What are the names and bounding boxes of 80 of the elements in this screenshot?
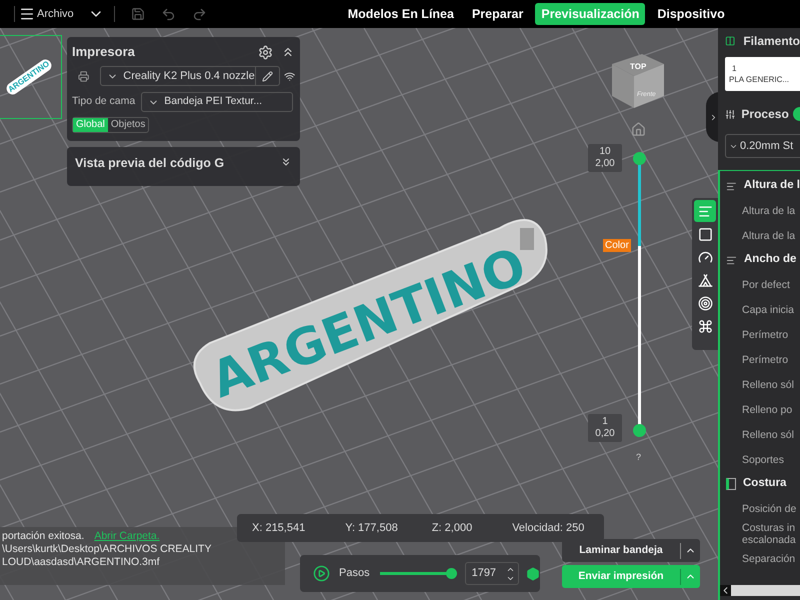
coordinate-readout: Z: 2,000: [432, 520, 472, 536]
steps-label: Pasos: [339, 566, 370, 582]
panel-title: Vista previa del código G: [75, 155, 224, 172]
setting-label: Relleno sól: [742, 378, 795, 390]
panel-collapse-handle[interactable]: [706, 92, 718, 142]
layers-icon: [726, 180, 737, 192]
layers-icon: [726, 254, 737, 266]
section-title: Filamento: [743, 33, 800, 50]
gcode-preview-panel[interactable]: Vista previa del código G: [67, 147, 300, 186]
layer-number: 10: [599, 146, 611, 158]
setting-label: Por defect: [742, 278, 791, 290]
expand-icon[interactable]: [280, 156, 292, 168]
preset-value: 0.20mm St: [740, 138, 794, 154]
cube-top-label: TOP: [630, 62, 646, 71]
file-path-line: LOUD\aasdasd\ARGENTINO.3mf: [2, 556, 161, 569]
coordinate-readout: Y: 177,508: [345, 520, 398, 536]
save-icon[interactable]: [130, 7, 145, 21]
panel-title: Impresora: [72, 43, 135, 62]
hexagon-icon[interactable]: [526, 566, 540, 580]
setting-label: Posición de: [742, 502, 798, 514]
top-tab[interactable]: Modelos En Línea: [342, 3, 460, 25]
sliders-icon: [725, 108, 736, 120]
group-title: Ancho de: [744, 252, 796, 268]
layer-height: 2,00: [595, 158, 615, 170]
filament-name: PLA GENERIC...: [729, 74, 790, 85]
group-title: Costura: [743, 476, 786, 492]
view-cube-drawing[interactable]: [612, 54, 664, 108]
play-icon[interactable]: [313, 565, 330, 582]
setting-label: Soportes: [742, 454, 786, 466]
scope-tab[interactable]: Objetos: [108, 118, 148, 132]
setting-label: Costuras in escalonada: [742, 522, 797, 546]
help-mark[interactable]: ?: [636, 451, 642, 464]
coordinate-readout: Velocidad: 250: [512, 520, 584, 536]
file-menu-button[interactable]: Archivo: [19, 6, 74, 22]
setting-label: Perímetro: [742, 328, 790, 340]
file-path-line: \Users\kurtk\Desktop\ARCHIVOS CREALITY: [2, 543, 212, 556]
slice-plate-button[interactable]: Laminar bandeja: [562, 539, 700, 562]
undo-icon[interactable]: [160, 6, 176, 22]
printer-select[interactable]: Creality K2 Plus 0.4 nozzle: [100, 66, 280, 86]
process-toggle[interactable]: [792, 107, 800, 121]
filament-index: 1: [732, 63, 738, 74]
edit-icon[interactable]: [262, 70, 273, 82]
bed-type-select[interactable]: Bandeja PEI Textur...: [141, 92, 294, 112]
top-tab[interactable]: Dispositivo: [651, 3, 731, 25]
menu-icon: [19, 6, 35, 22]
steps-input[interactable]: 1797: [464, 562, 519, 585]
setting-label: Altura de la: [742, 204, 796, 216]
setting-label: Capa inicia: [742, 304, 795, 316]
setting-label: Altura de la: [742, 230, 796, 242]
top-tab[interactable]: Preparar: [466, 3, 530, 25]
scroll-left-icon[interactable]: [720, 585, 731, 596]
clover-icon: [698, 318, 712, 334]
process-preset-select[interactable]: 0.20mm St: [725, 134, 800, 158]
layers-icon: [698, 204, 712, 218]
frame-icon: [698, 226, 712, 242]
setting-label: Relleno po: [742, 404, 794, 416]
setting-label: Relleno sól: [742, 428, 795, 440]
group-title: Altura de l: [744, 178, 800, 194]
section-title: Proceso: [741, 106, 789, 123]
bed-type-label: Tipo de cama: [72, 94, 136, 110]
notification-message: portación exitosa.: [2, 530, 84, 543]
printer-name: Creality K2 Plus 0.4 nozzle: [123, 68, 255, 84]
steps-slider-thumb[interactable]: [446, 568, 457, 579]
layer-height: 0,20: [595, 428, 615, 440]
settings-icon[interactable]: [258, 44, 273, 60]
open-folder-link[interactable]: Abrir Carpeta.: [94, 530, 160, 543]
lower-slider-handle[interactable]: [633, 424, 646, 437]
layer-number: 1: [602, 416, 608, 428]
printer-icon: [78, 70, 90, 82]
target-icon: [698, 296, 712, 310]
setting-label: Separación: [742, 552, 796, 564]
seam-icon: [726, 478, 736, 490]
setting-label: Perímetro: [742, 354, 790, 366]
bed-type-value: Bandeja PEI Textur...: [164, 94, 262, 110]
upper-slider-handle[interactable]: [633, 152, 646, 165]
redo-icon[interactable]: [192, 6, 207, 22]
filament-card[interactable]: 1 PLA GENERIC...: [725, 57, 800, 91]
speed-icon: [698, 250, 712, 264]
coordinate-readout: X: 215,541: [252, 520, 306, 536]
color-tag: Color: [603, 239, 631, 252]
